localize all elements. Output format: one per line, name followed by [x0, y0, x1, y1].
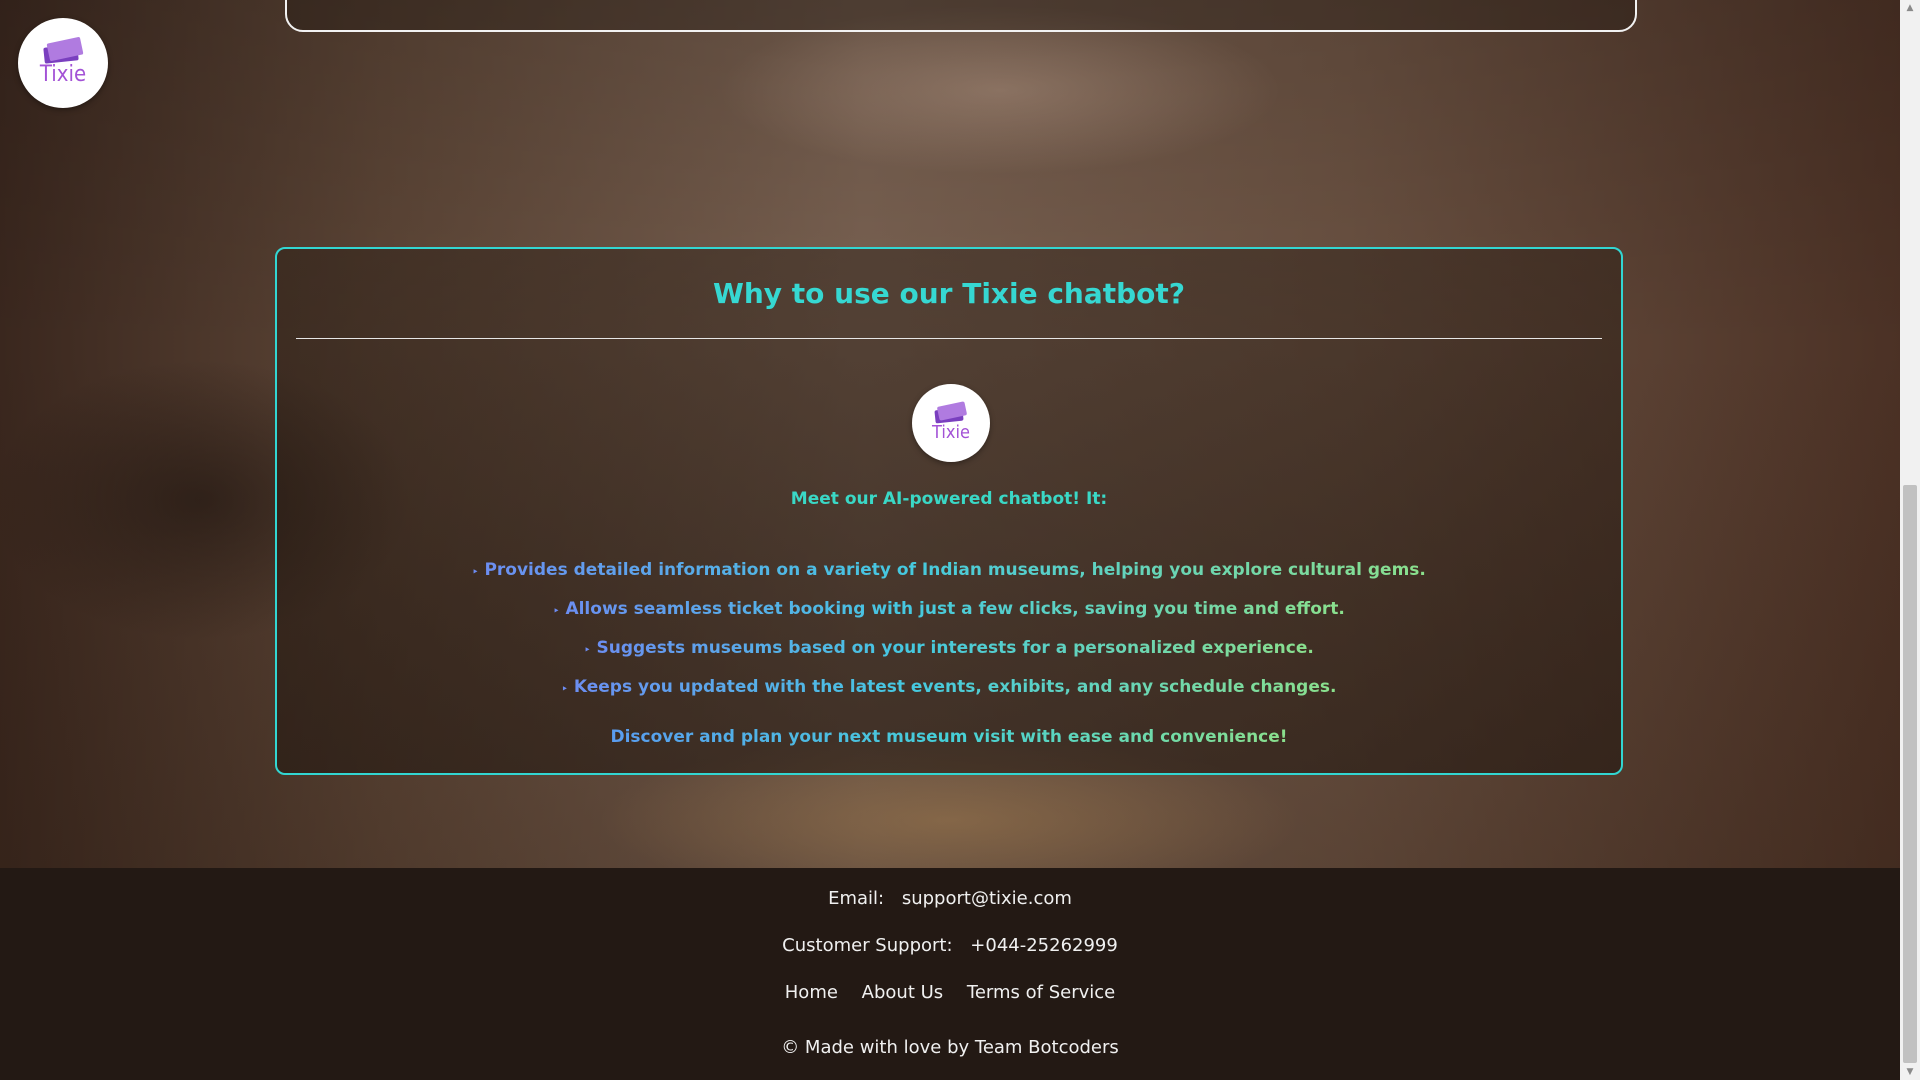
scroll-up-arrow-icon[interactable]: ▲ — [1900, 0, 1920, 16]
footer-link-home[interactable]: Home — [785, 982, 838, 1003]
footer-link-terms[interactable]: Terms of Service — [967, 982, 1115, 1003]
footer-email: Email: support@tixie.com — [0, 888, 1900, 909]
support-label: Customer Support: — [782, 935, 953, 956]
footer-nav: Home About Us Terms of Service — [0, 982, 1900, 1003]
ticket-icon — [42, 36, 84, 64]
footer-copyright: © Made with love by Team Botcoders — [781, 1037, 1119, 1058]
ticket-icon — [933, 401, 969, 424]
feature-item: ‣ Suggests museums based on your interes… — [584, 630, 1314, 669]
chatbot-logo-text: Tixie — [932, 422, 970, 443]
email-label: Email: — [828, 888, 885, 909]
logo-text: Tixie — [39, 62, 87, 87]
feature-item: ‣ Provides detailed information on a var… — [472, 552, 1426, 591]
chatbot-intro: Meet our AI-powered chatbot! It: — [790, 489, 1108, 509]
support-phone[interactable]: +044-25262999 — [970, 935, 1118, 956]
closing-text: Discover and plan your next museum visit… — [610, 727, 1288, 747]
vertical-scrollbar[interactable]: ▲ ▼ — [1900, 0, 1920, 1080]
previous-section-card — [285, 0, 1637, 32]
title-divider — [296, 338, 1602, 339]
tixie-logo[interactable]: Tixie — [18, 18, 108, 108]
feature-item: ‣ Keeps you updated with the latest even… — [562, 669, 1337, 708]
chatbot-logo: Tixie — [912, 384, 990, 462]
site-footer: Email: support@tixie.com Customer Suppor… — [0, 868, 1900, 1080]
scroll-down-arrow-icon[interactable]: ▼ — [1900, 1064, 1920, 1080]
footer-link-about[interactable]: About Us — [862, 982, 944, 1003]
feature-list: ‣ Provides detailed information on a var… — [277, 552, 1621, 708]
feature-item: ‣ Allows seamless ticket booking with ju… — [553, 591, 1345, 630]
footer-support: Customer Support: +044-25262999 — [0, 935, 1900, 956]
why-use-chatbot-card: Why to use our Tixie chatbot? Tixie Meet… — [275, 247, 1623, 775]
email-link[interactable]: support@tixie.com — [902, 888, 1072, 909]
section-title: Why to use our Tixie chatbot? — [712, 277, 1186, 310]
scrollbar-thumb[interactable] — [1903, 485, 1917, 1063]
